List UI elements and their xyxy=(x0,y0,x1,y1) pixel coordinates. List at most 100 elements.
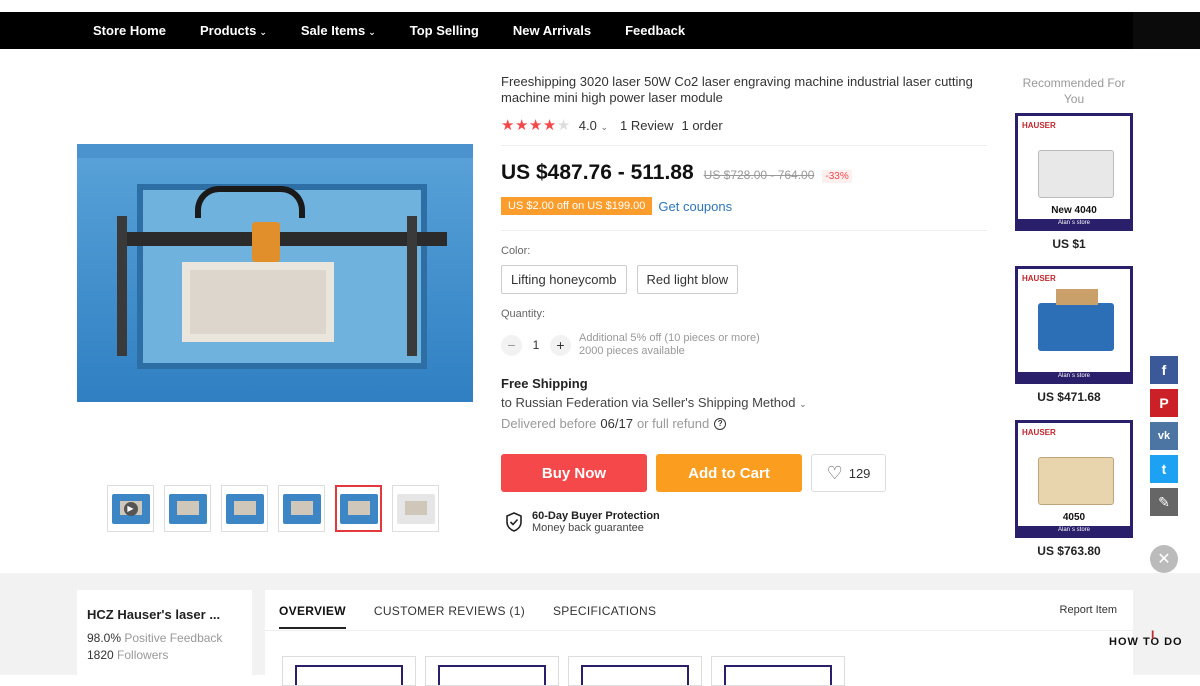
wishlist-count: 129 xyxy=(848,465,871,481)
rating-value[interactable]: 4.0 ⌄ xyxy=(579,118,608,133)
nav-item-new-arrivals[interactable]: New Arrivals xyxy=(513,23,591,38)
color-options: Lifting honeycomb Red light blow xyxy=(501,265,748,294)
protection-title: 60-Day Buyer Protection xyxy=(532,510,660,522)
recommended-item[interactable]: HAUSER 4050 Alan´s store US $763.80 xyxy=(1015,420,1133,558)
description-image[interactable] xyxy=(425,656,559,686)
image-border xyxy=(438,665,546,685)
nav-item-products[interactable]: Products ⌄ xyxy=(200,23,267,38)
quantity-note: Additional 5% off (10 pieces or more) 20… xyxy=(579,332,760,358)
action-buttons: Buy Now Add to Cart ♡ 129 xyxy=(501,454,886,492)
description-image[interactable] xyxy=(282,656,416,686)
social-share-bar: f P vk t ✎ xyxy=(1150,356,1178,521)
help-icon[interactable]: ? xyxy=(714,417,727,430)
product-thumbnail[interactable] xyxy=(392,485,439,532)
followers-label: Followers xyxy=(117,648,169,662)
recommended-price: US $471.68 xyxy=(1037,390,1101,404)
product-thumbnail[interactable]: ▶ xyxy=(107,485,154,532)
close-icon[interactable]: ✕ xyxy=(1150,545,1178,573)
brand-logo: HAUSER xyxy=(1022,428,1056,437)
machine-picture xyxy=(1038,457,1114,505)
recommended-title: Recommended For You xyxy=(1022,76,1126,106)
stock-available: 2000 pieces available xyxy=(579,345,685,357)
store-navbar: Store Home Products ⌄ Sale Items ⌄ Top Sellin… xyxy=(0,12,1200,49)
nav-item-sale-items[interactable]: Sale Items ⌄ xyxy=(301,23,376,38)
buy-now-button[interactable]: Buy Now xyxy=(501,454,647,492)
current-price: US $487.76 - 511.88 xyxy=(501,161,694,184)
nav-item-feedback[interactable]: Feedback xyxy=(625,23,685,38)
store-name[interactable]: HCZ Hauser's laser ... xyxy=(87,607,242,622)
chevron-down-icon: ⌄ xyxy=(799,399,807,409)
details-tabs: OVERVIEW CUSTOMER REVIEWS (1) SPECIFICATIO… xyxy=(279,604,684,629)
buyer-protection: 60-Day Buyer Protection Money back guara… xyxy=(505,510,660,534)
reviews-link[interactable]: 1 Review xyxy=(620,118,673,133)
vk-icon[interactable]: vk xyxy=(1150,422,1178,450)
coupon-badge: US $2.00 off on US $199.00 xyxy=(501,197,653,215)
nav-item-label: Store Home xyxy=(93,23,166,38)
brand-logo: HAUSER xyxy=(1022,274,1056,283)
color-option[interactable]: Lifting honeycomb xyxy=(501,265,627,294)
store-band: Alan´s store xyxy=(1018,372,1130,381)
gantry-rail xyxy=(117,232,447,246)
watermark-accent: I xyxy=(1151,628,1155,642)
color-option[interactable]: Red light blow xyxy=(636,265,739,294)
product-thumbnail[interactable] xyxy=(221,485,268,532)
product-thumbnail[interactable] xyxy=(164,485,211,532)
thumbnail-image: ▶ xyxy=(111,493,150,524)
wishlist-button[interactable]: ♡ 129 xyxy=(811,454,886,492)
get-coupons-link[interactable]: Get coupons xyxy=(658,199,732,214)
rating-stars: ★★★★★ xyxy=(501,116,571,134)
description-images xyxy=(282,656,854,686)
feedback-label: Positive Feedback xyxy=(124,631,223,645)
machine-frame xyxy=(77,144,473,158)
facebook-icon[interactable]: f xyxy=(1150,356,1178,384)
cable-chain xyxy=(195,186,305,218)
delivery-suffix: or full refund xyxy=(636,416,710,431)
discount-badge: -33% xyxy=(822,170,852,183)
report-item-link[interactable]: Report Item xyxy=(1060,604,1117,616)
quantity-stepper: − 1 + Additional 5% off (10 pieces or mo… xyxy=(501,332,760,358)
nav-item-label: Products xyxy=(199,23,257,38)
recommended-item[interactable]: HAUSER Alan´s store US $471.68 xyxy=(1015,266,1133,404)
pinterest-icon[interactable]: P xyxy=(1150,389,1178,417)
brand-logo: HAUSER xyxy=(1022,121,1056,130)
image-border xyxy=(295,665,403,685)
twitter-icon[interactable]: t xyxy=(1150,455,1178,483)
original-price: US $728.00 - 764.00 xyxy=(703,168,815,182)
quantity-input[interactable]: 1 xyxy=(522,338,550,352)
tab-customer-reviews[interactable]: CUSTOMER REVIEWS (1) xyxy=(374,604,525,629)
main-product-image[interactable] xyxy=(77,144,473,402)
machine-lid xyxy=(1056,289,1098,305)
star-icon: ★ xyxy=(556,117,571,134)
shipping-method-selector[interactable]: to Russian Federation via Seller's Shipp… xyxy=(501,395,807,410)
nav-item-store-home[interactable]: Store Home xyxy=(93,23,166,38)
description-image[interactable] xyxy=(568,656,702,686)
product-title: Freeshipping 3020 laser 50W Co2 laser en… xyxy=(501,74,973,105)
product-thumbnail[interactable] xyxy=(278,485,325,532)
thumbnail-detail xyxy=(290,500,313,515)
tab-divider xyxy=(265,630,1133,631)
navbar-edge xyxy=(1133,12,1200,49)
recommended-image: HAUSER 4050 Alan´s store xyxy=(1015,420,1133,538)
tab-overview[interactable]: OVERVIEW xyxy=(279,604,346,629)
quantity-increase-button[interactable]: + xyxy=(550,334,571,356)
quantity-decrease-button[interactable]: − xyxy=(501,334,522,356)
thumbnail-strip: ▶ xyxy=(107,485,449,532)
edit-icon[interactable]: ✎ xyxy=(1150,488,1178,516)
rating-row: ★★★★★ 4.0 ⌄ 1 Review 1 order xyxy=(501,116,723,134)
play-icon: ▶ xyxy=(123,501,138,516)
recommended-caption: 4050 xyxy=(1062,512,1086,523)
description-image[interactable] xyxy=(711,656,845,686)
color-label: Color: xyxy=(501,245,531,257)
right-rail xyxy=(407,216,417,356)
tab-specifications[interactable]: SPECIFICATIONS xyxy=(553,604,656,629)
product-thumbnail[interactable] xyxy=(335,485,382,532)
followers: 1820 Followers xyxy=(87,648,242,662)
thumbnail-image xyxy=(339,493,378,524)
star-icon: ★ xyxy=(514,117,529,134)
thumbnail-detail xyxy=(233,500,256,515)
recommended-item[interactable]: HAUSER New 4040 Alan´s store US $1 xyxy=(1015,113,1133,251)
chevron-down-icon: ⌄ xyxy=(600,121,609,132)
add-to-cart-button[interactable]: Add to Cart xyxy=(656,454,802,492)
nav-item-top-selling[interactable]: Top Selling xyxy=(410,23,479,38)
nav-item-label: New Arrivals xyxy=(512,23,592,38)
